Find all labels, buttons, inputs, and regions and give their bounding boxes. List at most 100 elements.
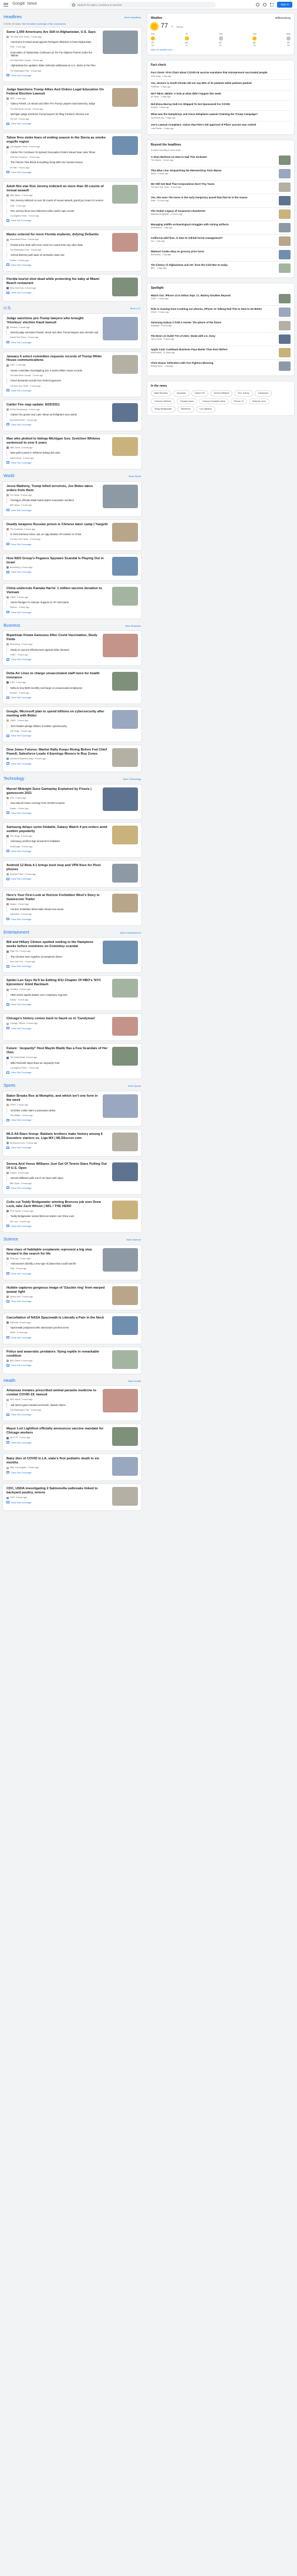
full-coverage-label[interactable]: View Full Coverage [11,171,32,174]
full-coverage-label[interactable]: View Full Coverage [11,461,32,464]
story-headline[interactable]: Bipartisan Kiowa Gamuses After Covid Vac… [6,634,99,642]
story-thumbnail[interactable] [112,403,138,422]
story-source[interactable]: ABC News [10,1398,20,1401]
story-source[interactable]: Phys.org [10,1257,18,1260]
side-story-headline[interactable]: Watch Out: iPhone 13 to Debut Sept. 17, … [151,294,276,298]
section-more-link[interactable]: More Sports [128,1084,141,1087]
full-coverage-label[interactable]: View Full Coverage [11,389,32,392]
section-more-link[interactable]: More U.S. [130,307,141,310]
full-coverage-label[interactable]: View Full Coverage [11,658,32,661]
side-story-headline[interactable]: Chris Evans' Defenders with Foo Fighters… [151,361,276,365]
story-thumbnail[interactable] [112,556,138,576]
story-source[interactable]: New York Post [10,287,23,289]
side-story[interactable]: NOT REAL NEWS: A look at what didn't hap… [151,89,291,100]
side-story[interactable]: We Still Get Mad That Corporations Don't… [151,180,291,194]
topic-chip[interactable]: Serena Williams [210,390,233,397]
related-story[interactable]: Pentagon officials detail Kabul airport … [6,498,99,503]
story-source[interactable]: Gizmodo [10,1321,18,1324]
full-coverage-link[interactable]: View Full Coverage [6,1118,99,1121]
full-coverage-link[interactable]: View Full Coverage [6,850,109,853]
related-story[interactable]: Teddy Bridgewater named Broncos starter … [6,1213,109,1219]
full-coverage-label[interactable]: View Full Coverage [11,812,32,814]
side-story[interactable]: Yes, doctors in South Florida did not sa… [151,79,291,90]
story-headline[interactable]: Bill and Hillary Clinton spotted smiling… [6,941,99,949]
story-thumbnail[interactable] [112,277,138,296]
story-thumbnail[interactable] [112,136,138,155]
side-story[interactable]: Did Elena Murray Doll Are Shipped To Get… [151,100,291,111]
related-story[interactable]: Florida is the state with more covid ICU… [6,242,109,248]
topic-chip[interactable]: Ron Jeremy [234,390,253,397]
related-story[interactable]: House committee investigating Jan. 6 see… [6,367,109,374]
related-story[interactable]: Afghanistan live updates: Biden Defends … [6,63,99,69]
related-story[interactable]: Tech leaders pledge billions to bolster … [6,723,109,729]
story-thumbnail[interactable] [112,1350,138,1369]
full-coverage-link[interactable]: View Full Coverage [6,219,109,222]
full-coverage-label[interactable]: View Full Coverage [11,965,32,968]
side-story[interactable]: The Best LG OLED TVs of 2021: Deals with… [151,332,291,346]
full-coverage-link[interactable]: View Full Coverage [6,918,109,921]
full-coverage-label[interactable]: View Full Coverage [11,1186,32,1189]
full-coverage-label[interactable]: View Full Coverage [11,611,32,614]
story-headline[interactable]: Masks ordered for more Florida students,… [6,233,109,237]
side-story-headline[interactable]: California wild fires, is time to rethin… [151,236,276,240]
full-coverage-label[interactable]: View Full Coverage [11,74,32,77]
topic-chip[interactable]: Mike Richards [151,390,171,397]
related-story[interactable]: Ron Jeremy indicted on over 30 counts of… [6,198,109,204]
full-coverage-label[interactable]: View Full Coverage [11,850,32,853]
story-source[interactable]: Android Police [10,873,23,875]
story-headline[interactable]: January 6 select committee requests reco… [6,355,109,363]
story-thumbnail[interactable] [112,184,138,204]
story-headline[interactable]: Delta Air Lines to charge unvaccinated s… [6,672,109,680]
side-story-thumbnail[interactable] [279,347,291,357]
story-source[interactable]: CNN [10,364,15,366]
sign-in-button[interactable]: Sign in [277,2,292,8]
side-story-thumbnail[interactable] [279,249,291,259]
story-thumbnail[interactable] [112,1316,138,1335]
story-source[interactable]: Investor's Business Daily [10,758,33,760]
side-story-headline[interactable]: Thin Blue Line: Dispatching the Mesmeriz… [151,169,276,173]
story-headline[interactable]: Hubble captures gorgeous image of 'Gluck… [6,1286,109,1294]
full-coverage-link[interactable]: View Full Coverage [6,461,109,464]
story-headline[interactable]: Man who plotted to kidnap Michigan Gov. … [6,437,109,445]
story-headline[interactable]: Deadly weapons Russian prison is Chinese… [6,523,109,527]
side-story-headline[interactable]: We Still Get Mad That Corporations Don't… [151,182,276,186]
side-story[interactable]: Apple Card: Cashback Business Pays Bette… [151,345,291,359]
story-thumbnail[interactable] [112,1457,138,1476]
gear-icon[interactable] [263,2,267,6]
story-headline[interactable]: Baby dies of COVID in LA, state's first … [6,1457,109,1465]
full-coverage-link[interactable]: View Full Coverage [6,1071,109,1074]
story-headline[interactable]: Samsung delays some foldable, Galaxy Wat… [6,826,109,834]
related-story[interactable]: Caldor Fire grows near Lake Tahoe as fir… [6,412,109,418]
side-story-headline[interactable]: Walmart Cooks ebay on grocery price turn… [151,250,276,253]
related-story[interactable]: The Clintons seen together at Hamptons d… [6,954,99,960]
story-thumbnail[interactable] [103,1248,138,1272]
story-headline[interactable]: Marvel Midnight Suns Gameplay Explained … [6,787,99,796]
topic-chip[interactable]: Gretchen Whitmer [151,398,176,405]
side-story-thumbnail[interactable] [279,334,291,344]
full-coverage-label[interactable]: View Full Coverage [11,1300,32,1303]
side-story-thumbnail[interactable] [279,307,291,317]
related-story[interactable]: New Marvel Game Coming From XCOM Creator… [6,800,99,806]
full-coverage-link[interactable]: View Full Coverage [6,1300,109,1303]
related-story[interactable]: Delta to levy $200 monthly surcharge on … [6,685,109,691]
side-story-headline[interactable]: The Amber Legacy of Amazonia's Rainfores… [151,209,276,213]
side-story-thumbnail[interactable] [279,168,291,178]
full-coverage-link[interactable]: View Full Coverage [6,1003,109,1006]
full-coverage-link[interactable]: View Full Coverage [6,122,109,125]
related-story[interactable]: Serena Williams pulls out of US Open wit… [6,1175,109,1181]
side-story-thumbnail[interactable] [279,155,291,165]
story-thumbnail[interactable] [112,979,138,998]
story-headline[interactable]: Cancellation of NASA Spacewalk Is Litera… [6,1316,109,1320]
side-story-thumbnail[interactable] [279,209,291,219]
story-thumbnail[interactable] [112,1200,138,1219]
related-story[interactable]: The Flames That Break Everything Along W… [6,160,109,165]
story-thumbnail[interactable] [112,1286,138,1305]
full-coverage-link[interactable]: View Full Coverage [6,762,109,765]
story-source[interactable]: The Verge [10,835,20,837]
full-coverage-label[interactable]: View Full Coverage [11,1364,32,1367]
story-source[interactable]: NBC News [10,447,21,449]
story-headline[interactable]: Future: 'Jeopardy!' Host Mayim Bialik Ha… [6,1047,109,1055]
full-coverage-label[interactable]: View Full Coverage [11,1225,32,1228]
story-source[interactable]: ESPN [10,1104,16,1106]
story-thumbnail[interactable] [112,748,138,768]
